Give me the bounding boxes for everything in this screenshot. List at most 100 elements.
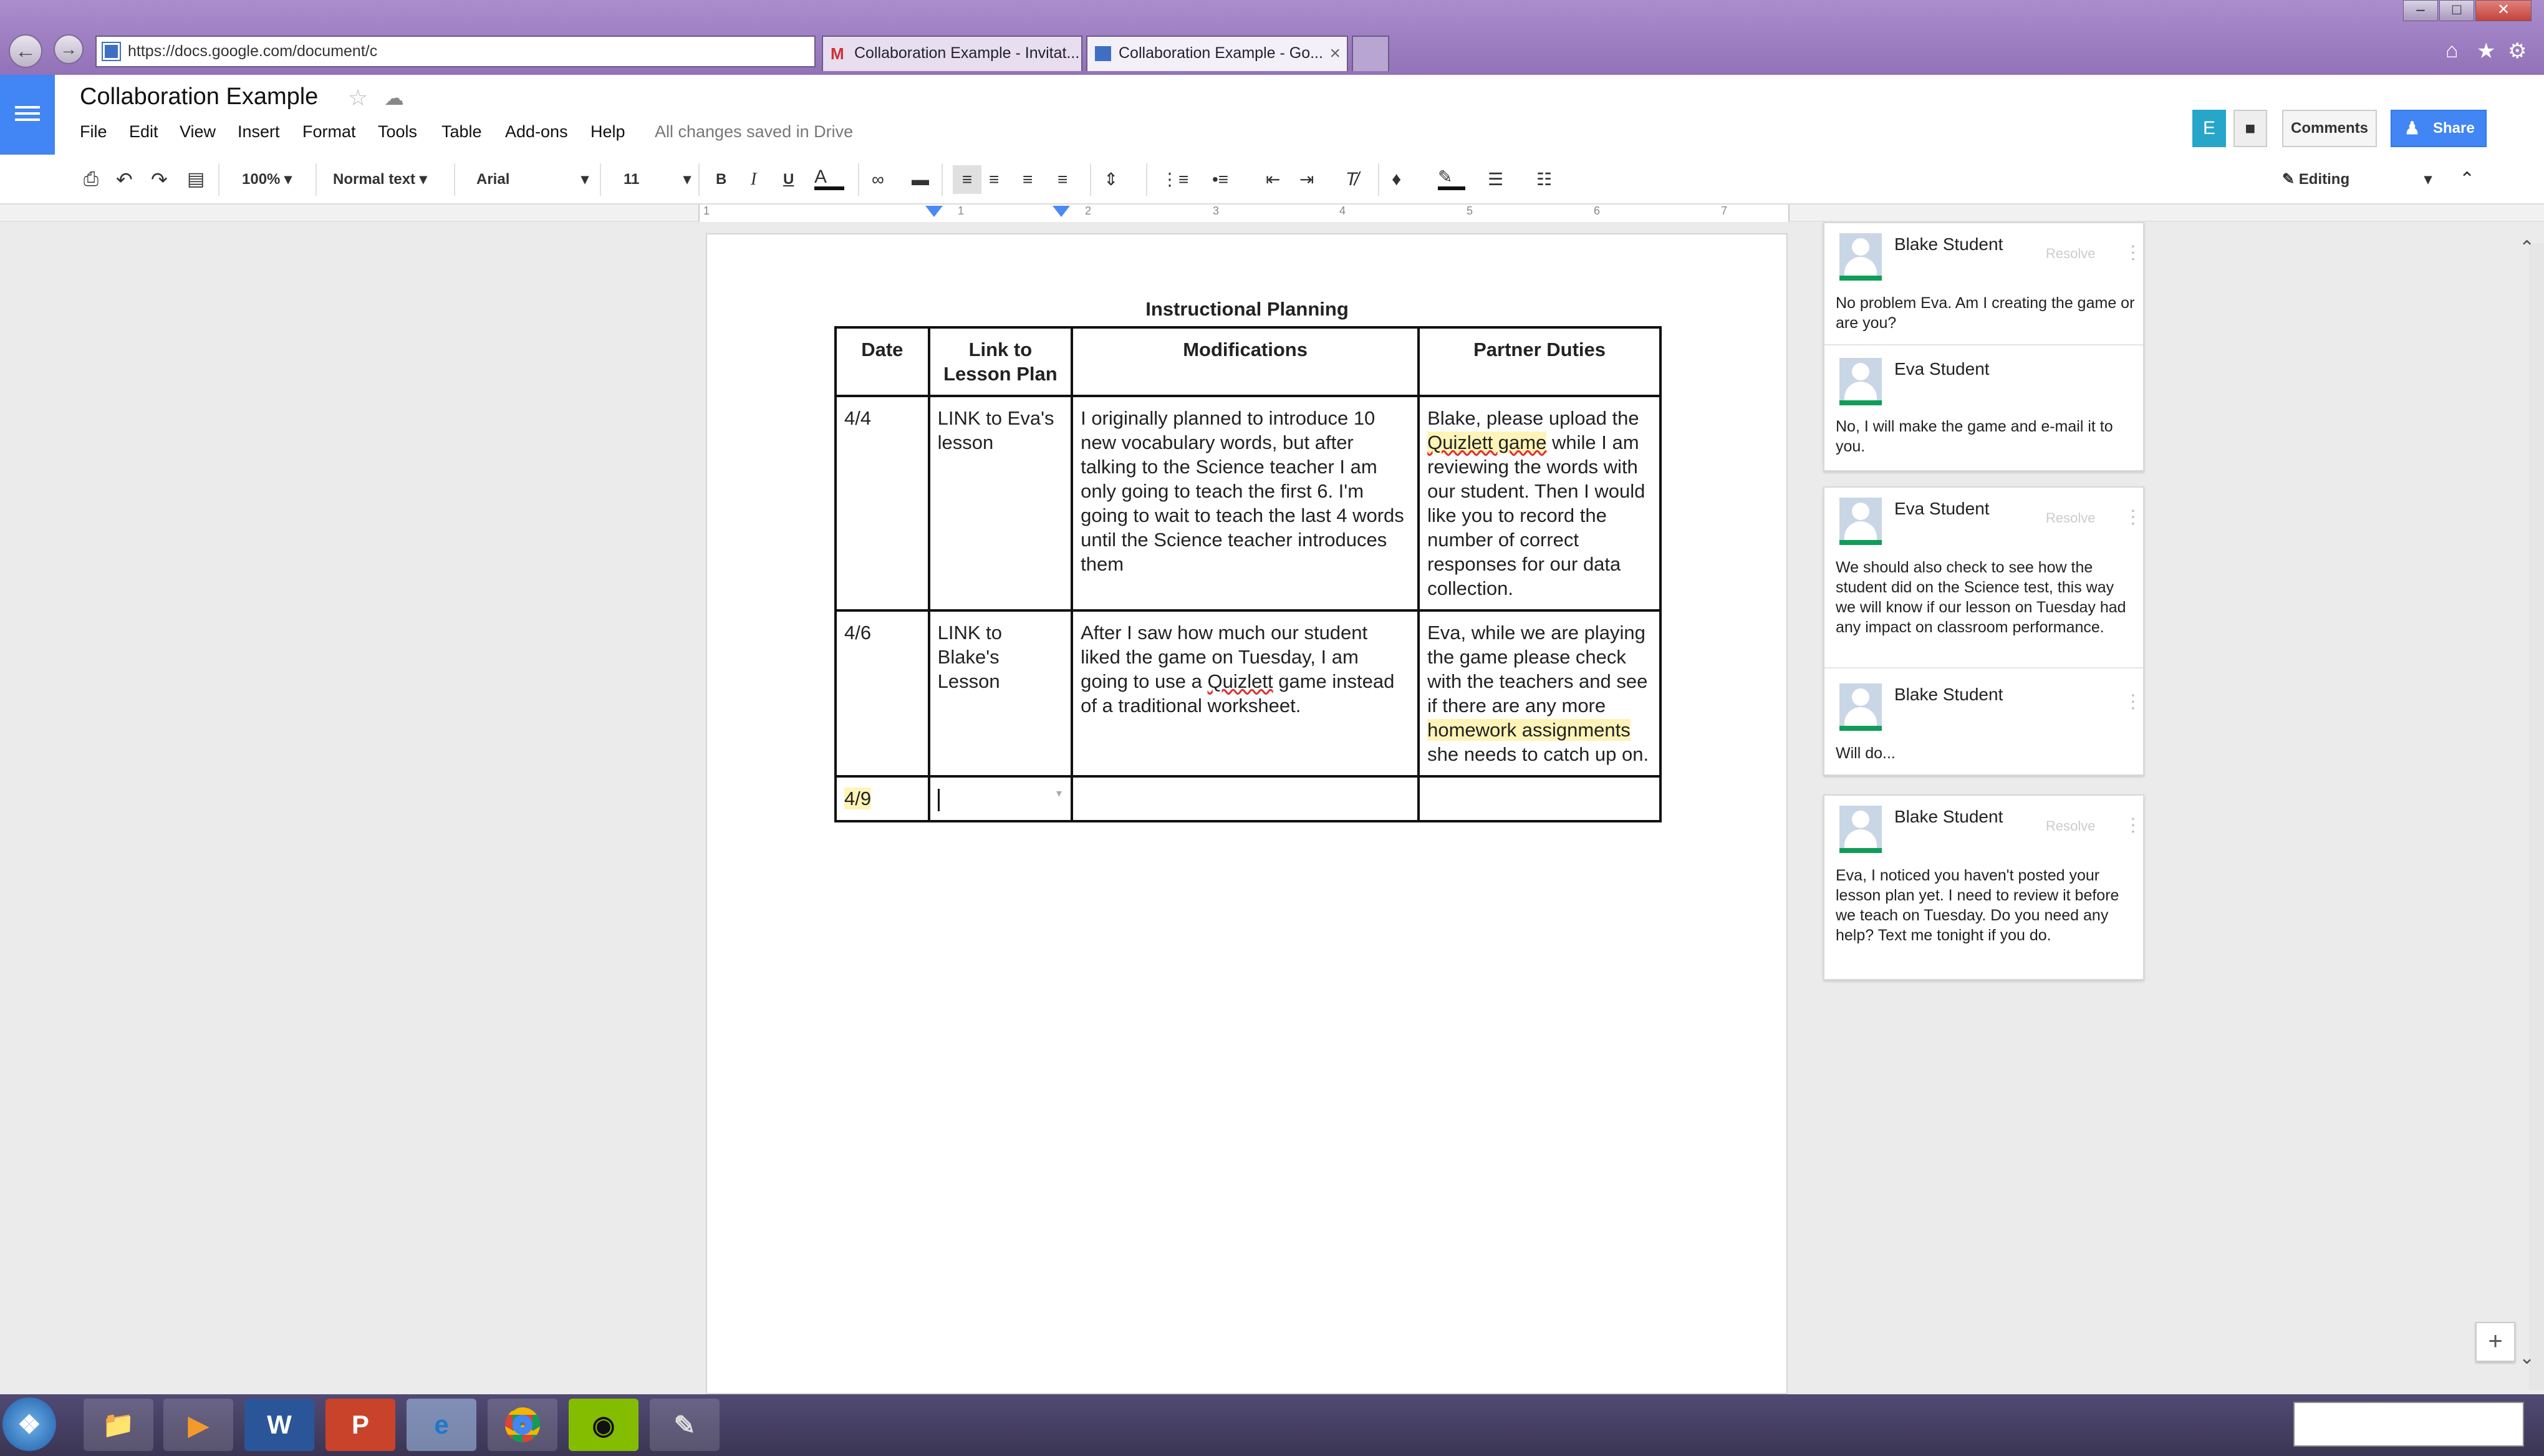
cell-link-active[interactable]: ▾ [927, 775, 1074, 822]
menu-help[interactable]: Help [590, 122, 625, 142]
border-width-icon[interactable]: ☰ [1488, 165, 1503, 194]
cell-modifications[interactable]: After I saw how much our student liked t… [1071, 609, 1420, 778]
right-indent-marker-icon[interactable] [1053, 206, 1070, 217]
numbered-list-icon[interactable]: ⋮≡ [1161, 165, 1188, 194]
word-icon[interactable]: W [244, 1399, 314, 1451]
cell-link[interactable]: LINK to Eva's lesson [927, 395, 1074, 612]
cell-modifications[interactable]: I originally planned to introduce 10 new… [1071, 395, 1420, 612]
menu-addons[interactable]: Add-ons [505, 122, 568, 142]
font-size-select[interactable]: 11 ▾ [624, 165, 691, 194]
decrease-indent-icon[interactable]: ⇤ [1266, 165, 1280, 194]
fill-color-icon[interactable]: ♦ [1392, 165, 1401, 194]
user-avatar[interactable]: E [2192, 110, 2226, 147]
comment-thread[interactable]: Eva Student Resolve ⋮ We should also che… [1823, 486, 2144, 776]
header-modifications[interactable]: Modifications [1071, 326, 1420, 397]
more-options-icon[interactable]: ⋮ [2124, 814, 2142, 836]
home-icon[interactable]: ⌂ [2445, 39, 2459, 63]
minimize-button[interactable]: – [2403, 0, 2438, 21]
forward-button[interactable]: → [54, 34, 84, 64]
new-tab-button[interactable] [1352, 36, 1389, 71]
back-button[interactable]: ← [9, 34, 42, 68]
bulleted-list-icon[interactable]: •≡ [1212, 165, 1228, 194]
more-options-icon[interactable]: ⋮ [2124, 242, 2142, 264]
header-duties[interactable]: Partner Duties [1417, 326, 1662, 397]
chrome-icon[interactable] [488, 1399, 557, 1451]
italic-button[interactable]: I [751, 165, 756, 194]
taskbar-search-box[interactable] [2293, 1402, 2524, 1447]
link-icon[interactable]: ∞ [872, 165, 884, 194]
drive-folder-icon[interactable]: ☁ [384, 86, 404, 110]
editing-mode-select[interactable]: ✎ Editing ▾ [2282, 165, 2432, 194]
resolve-button[interactable]: Resolve [2046, 246, 2095, 262]
line-spacing-icon[interactable]: ⇕ [1104, 165, 1118, 194]
tab-docs[interactable]: Collaboration Example - Go... × [1086, 36, 1348, 71]
planning-table[interactable]: Date Link to Lesson Plan Modifications P… [834, 326, 1662, 822]
maximize-button[interactable]: □ [2439, 0, 2474, 21]
redo-icon[interactable]: ↷ [151, 165, 168, 194]
scrollbar[interactable] [2529, 243, 2544, 1391]
bold-button[interactable]: B [716, 165, 726, 194]
scroll-up-icon[interactable]: ⌃ [2519, 237, 2535, 259]
powerpoint-icon[interactable]: P [325, 1399, 395, 1451]
menu-format[interactable]: Format [302, 122, 356, 142]
comment-thread[interactable]: Blake Student Resolve ⋮ No problem Eva. … [1823, 222, 2144, 471]
star-icon[interactable]: ★ [2477, 39, 2495, 64]
resolve-button[interactable]: Resolve [2046, 510, 2095, 526]
menu-insert[interactable]: Insert [238, 122, 280, 142]
gear-icon[interactable]: ⚙ [2508, 39, 2527, 64]
close-tab-icon[interactable]: × [1329, 37, 1341, 70]
text-color-button[interactable]: A [814, 165, 844, 190]
cell-duties[interactable]: Eva, while we are playing the game pleas… [1417, 609, 1662, 778]
scroll-down-icon[interactable]: ⌄ [2519, 1347, 2535, 1369]
document-title[interactable]: Collaboration Example [80, 84, 318, 110]
align-left-icon[interactable]: ≡ [953, 165, 981, 194]
media-player-icon[interactable]: ▶ [163, 1399, 233, 1451]
star-icon[interactable]: ☆ [348, 85, 368, 111]
indent-marker-icon[interactable] [925, 206, 943, 217]
spotify-icon[interactable]: ◉ [569, 1399, 638, 1451]
menu-file[interactable]: File [80, 122, 107, 142]
increase-indent-icon[interactable]: ⇥ [1299, 165, 1314, 194]
collapse-menu-icon[interactable]: ⌃ [2459, 165, 2475, 194]
internet-explorer-icon[interactable]: e [407, 1399, 476, 1451]
cell-date[interactable]: 4/4 [834, 395, 930, 612]
header-date[interactable]: Date [834, 326, 930, 397]
menu-edit[interactable]: Edit [129, 122, 158, 142]
undo-icon[interactable]: ↶ [116, 165, 133, 194]
docs-logo-icon[interactable] [0, 75, 55, 156]
explore-plus-icon[interactable]: + [2475, 1322, 2515, 1362]
resolve-button[interactable]: Resolve [2046, 818, 2095, 834]
comments-button[interactable]: Comments [2282, 110, 2377, 147]
menu-tools[interactable]: Tools [378, 122, 417, 142]
address-bar[interactable]: https://docs.google.com/document/c [95, 36, 816, 67]
cell-date[interactable]: 4/6 [834, 609, 930, 778]
zoom-select[interactable]: 100% ▾ [242, 165, 292, 194]
paint-format-icon[interactable]: ▤ [187, 165, 205, 194]
border-color-icon[interactable]: ✎ [1438, 165, 1465, 190]
cell-duties[interactable] [1417, 775, 1662, 822]
clear-formatting-icon[interactable]: T̸ [1346, 165, 1357, 194]
menu-view[interactable]: View [180, 122, 216, 142]
tab-gmail[interactable]: M Collaboration Example - Invitat... [822, 36, 1082, 71]
underline-button[interactable]: U [783, 165, 794, 194]
font-select[interactable]: Arial ▾ [476, 165, 589, 194]
print-icon[interactable]: ⎙ [84, 165, 99, 194]
more-options-icon[interactable]: ⋮ [2124, 506, 2142, 528]
file-explorer-icon[interactable]: 📁 [84, 1399, 153, 1451]
cell-date[interactable]: 4/9 [834, 775, 930, 822]
justify-icon[interactable]: ≡ [1058, 165, 1067, 194]
align-center-icon[interactable]: ≡ [989, 165, 999, 194]
header-link[interactable]: Link to Lesson Plan [927, 326, 1074, 397]
style-select[interactable]: Normal text ▾ [333, 165, 427, 194]
align-right-icon[interactable]: ≡ [1023, 165, 1033, 194]
cell-menu-chevron-icon[interactable]: ▾ [1056, 781, 1062, 806]
share-button[interactable]: ♟ Share [2391, 110, 2487, 147]
cell-modifications[interactable] [1071, 775, 1420, 822]
cell-duties[interactable]: Blake, please upload the Quizlett game w… [1417, 395, 1662, 612]
cell-link[interactable]: LINK to Blake's Lesson [927, 609, 1074, 778]
chat-icon[interactable]: ■ [2233, 110, 2267, 147]
close-window-button[interactable]: ✕ [2475, 0, 2532, 21]
comment-icon[interactable]: ▬ [912, 165, 929, 194]
comment-thread[interactable]: Blake Student Resolve ⋮ Eva, I noticed y… [1823, 794, 2144, 980]
paint-icon[interactable]: ✎ [650, 1399, 720, 1451]
